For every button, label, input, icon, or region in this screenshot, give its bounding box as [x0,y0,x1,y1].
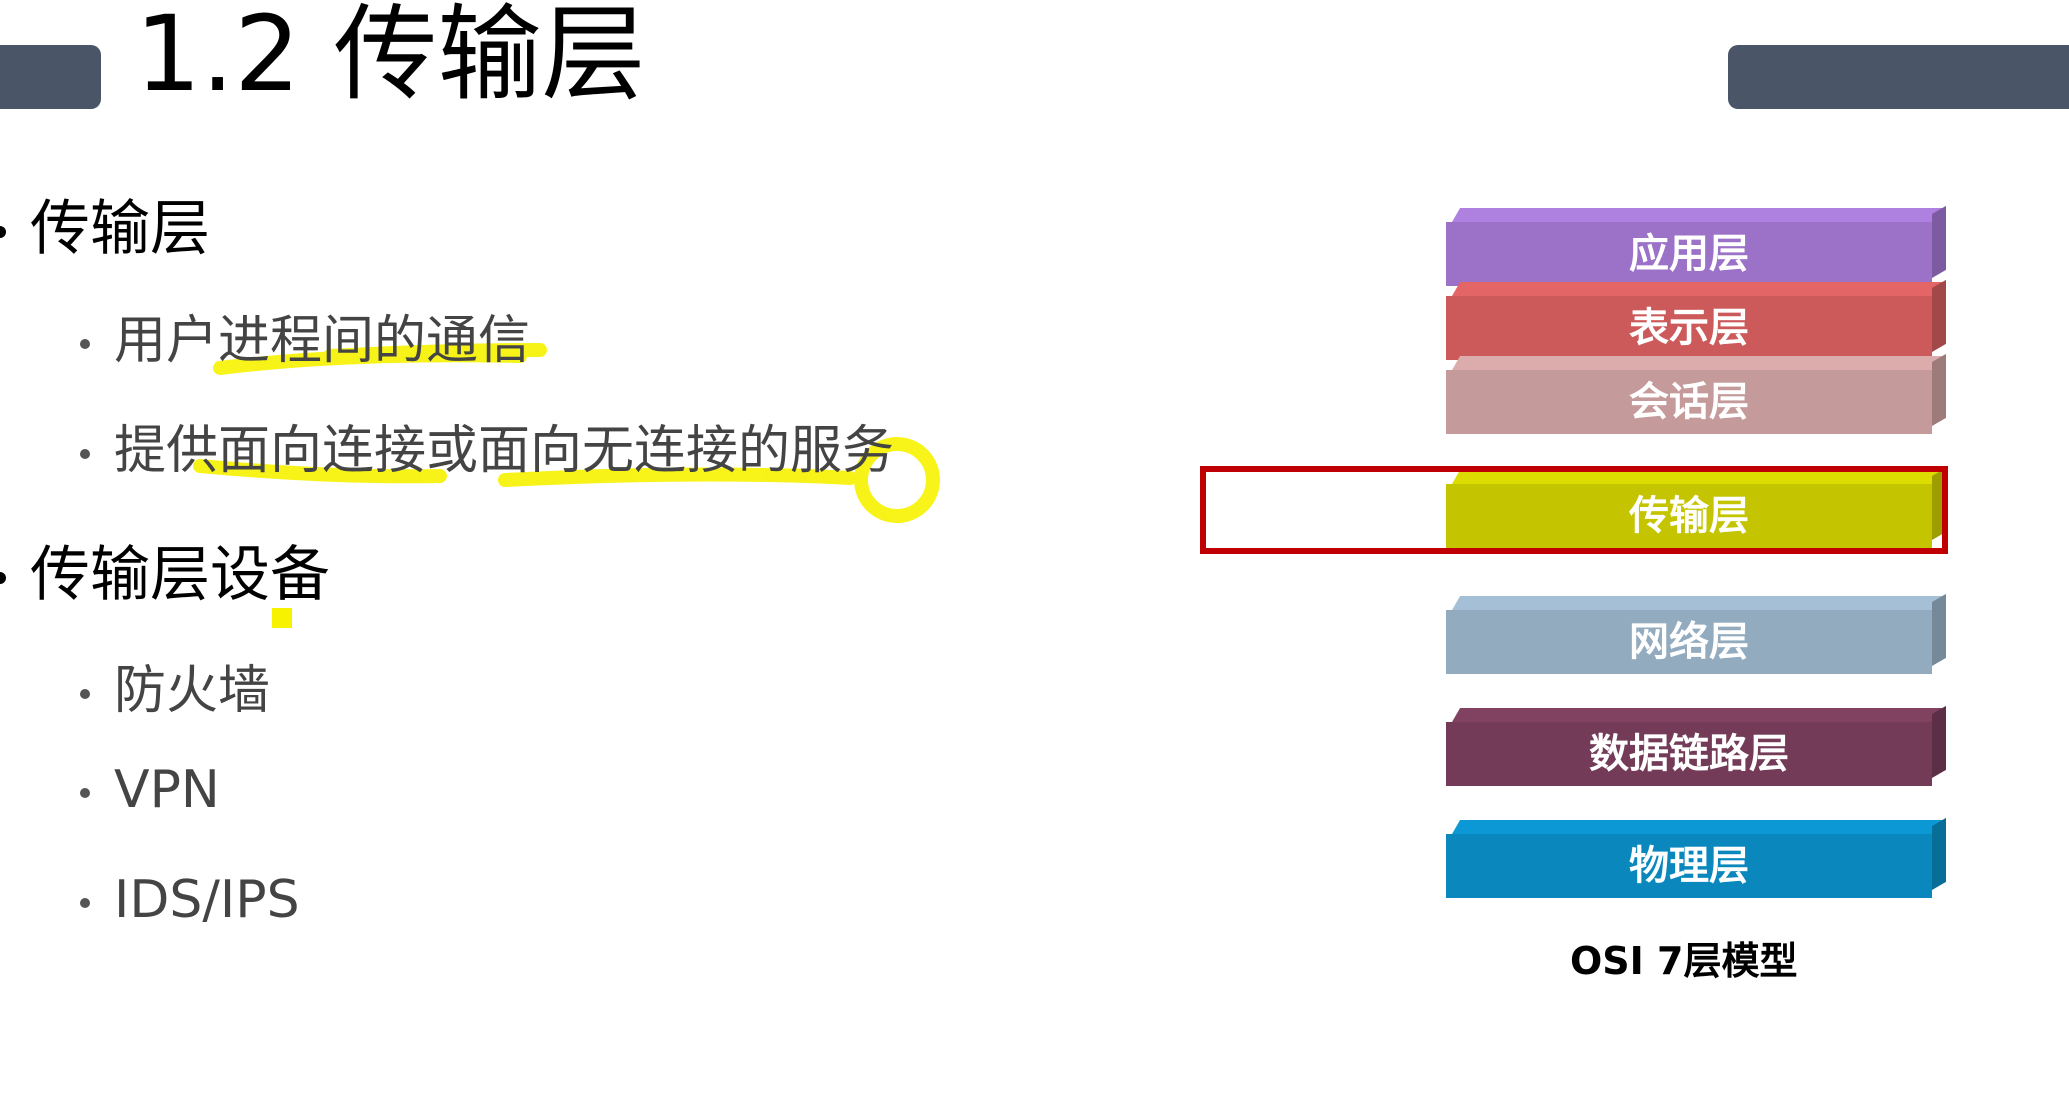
layer-label: 会话层 [1629,379,1749,425]
transport-highlight-box [1200,466,1948,554]
osi-caption: OSI 7层模型 [1570,939,1798,983]
slide-title: 1.2 传输层 [135,0,646,115]
layer-top-face [1452,282,1945,296]
list-item: 提供面向连接或面向无连接的服务 [80,408,894,483]
osi-layer-datalink: 数据链路层 [1446,705,1946,786]
list-item: 防火墙 [80,648,270,723]
layer-label: 数据链路层 [1589,731,1789,777]
layer-label: 网络层 [1629,619,1749,665]
slide: 1.2 传输层 传输层 用户进程间的通信 提供面向连接或面向无连接的服务 传输层… [0,0,2069,1107]
section-heading: 传输层 [30,194,210,264]
header-bar-left [0,45,101,109]
layer-side-face [1932,593,1946,666]
layer-label: 传输层 [1629,493,1749,539]
layer-side-face [1932,705,1946,778]
osi-layer-application: 应用层 [1446,205,1946,286]
layer-side-face [1932,279,1946,352]
bullet-section-transport: 传输层 [0,180,210,267]
bullet-dot [80,449,90,459]
list-item: 用户进程间的通信 [80,298,530,373]
layer-top-face [1452,208,1945,222]
bullet-dot [0,226,6,239]
layer-side-face [1932,353,1946,426]
list-item-text: VPN [114,760,220,820]
osi-layer-session: 会话层 [1446,353,1946,434]
header-bar-right [1728,45,2069,109]
list-item-text: 防火墙 [114,661,271,721]
layer-top-face [1452,356,1945,370]
section-heading: 传输层设备 [30,540,330,610]
osi-layer-presentation: 表示层 [1446,279,1946,360]
bullet-dot [80,339,90,349]
layer-label: 物理层 [1629,843,1749,889]
layer-side-face [1932,817,1946,890]
layer-top-face [1452,820,1945,834]
layer-label: 表示层 [1629,305,1749,351]
list-item: VPN [80,760,220,820]
list-item: IDS/IPS [80,870,300,930]
list-item-text: IDS/IPS [114,870,300,930]
bullet-dot [80,898,90,908]
list-item-text: 用户进程间的通信 [114,311,531,371]
bullet-dot [0,572,6,585]
layer-top-face [1452,596,1945,610]
osi-layer-physical: 物理层 [1446,817,1946,898]
list-item-text: 提供面向连接或面向无连接的服务 [114,421,895,481]
bullet-dot [80,689,90,699]
bullet-section-devices: 传输层设备 [0,526,330,613]
bullet-dot [80,788,90,798]
osi-layer-network: 网络层 [1446,593,1946,674]
layer-top-face [1452,708,1945,722]
layer-label: 应用层 [1629,231,1749,277]
layer-side-face [1932,205,1946,278]
